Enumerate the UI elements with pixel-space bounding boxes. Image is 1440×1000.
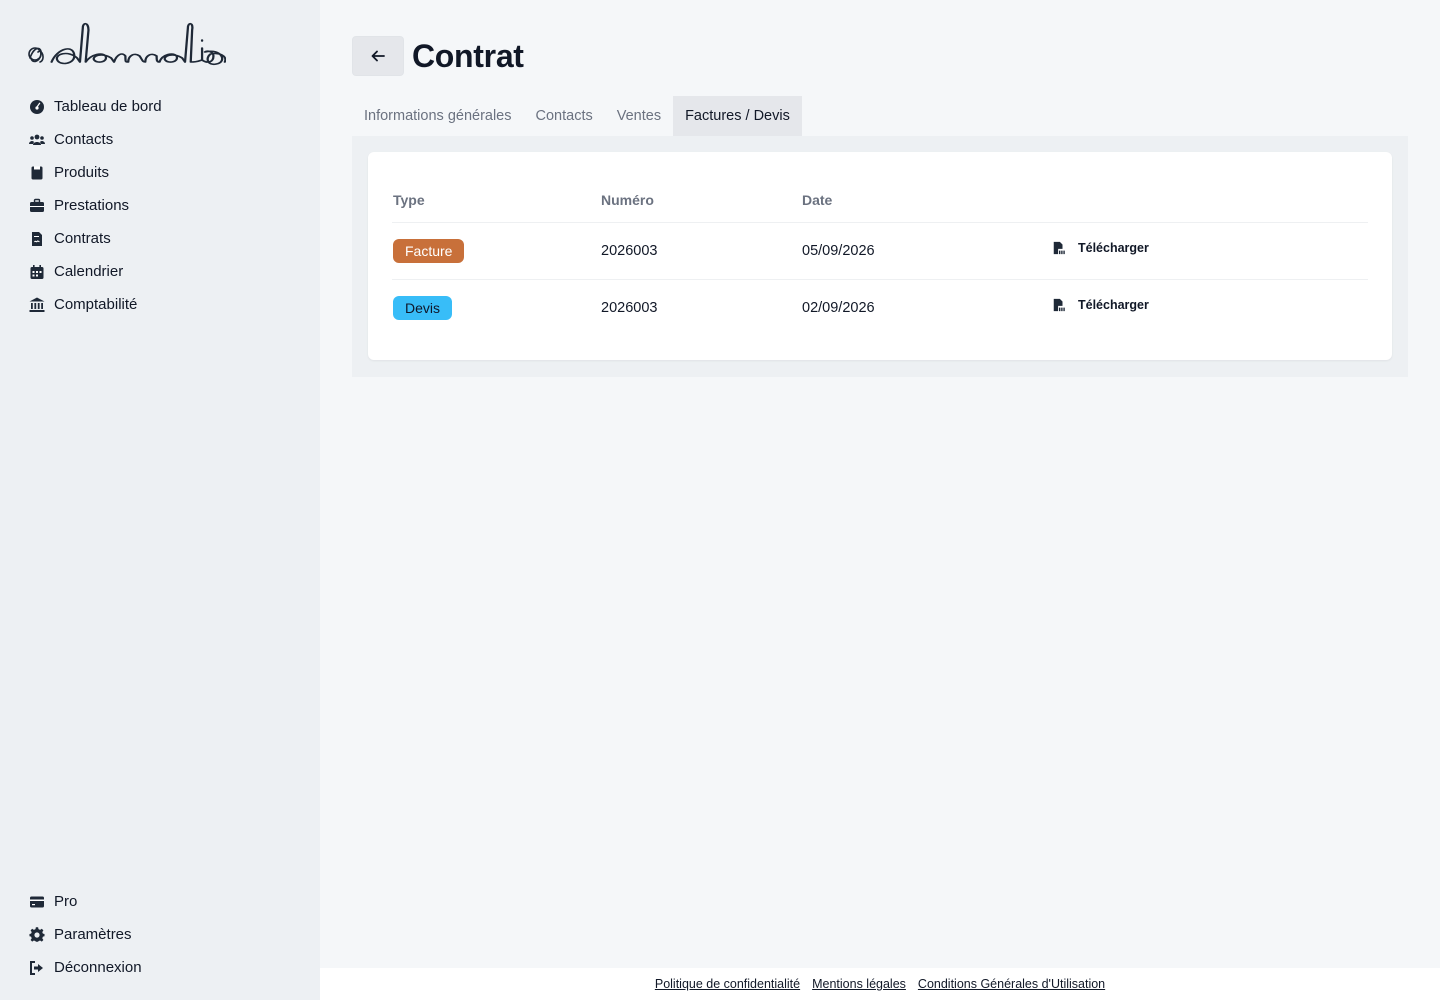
sidebar-item-calendrier[interactable]: Calendrier [28,255,162,288]
credit-card-icon [28,893,46,911]
type-badge-devis: Devis [393,295,453,320]
footer: Politique de confidentialité Mentions lé… [320,968,1440,1000]
documents-table: Type Numéro Date Facture 2026003 05/09/2… [392,152,1368,336]
footer-link-legal[interactable]: Mentions légales [812,977,906,991]
type-badge-facture: Facture [393,238,465,263]
sidebar: ademelio Tableau de bord Contacts Produi… [0,0,320,1000]
sidebar-item-label: Prestations [54,197,130,214]
main-content: Contrat Informations générales Contacts … [320,0,1440,968]
table-row: Devis 2026003 02/09/2026 Télécharger [392,279,1368,336]
table-row: Facture 2026003 05/09/2026 Télécharger [392,222,1368,280]
sidebar-item-label: Déconnexion [54,959,142,976]
main-nav: Tableau de bord Contacts Produits Presta… [28,90,162,321]
download-button[interactable]: Télécharger [1052,298,1149,312]
column-header-actions [1052,152,1368,223]
bank-icon [28,296,46,314]
calendar-icon [28,263,46,281]
arrow-left-icon [371,50,385,62]
footer-link-terms[interactable]: Conditions Générales d'Utilisation [918,977,1105,991]
sidebar-item-label: Comptabilité [54,296,138,313]
download-label: Télécharger [1078,240,1149,255]
file-pdf-icon [1053,241,1065,254]
tab-informations-generales[interactable]: Informations générales [352,96,524,136]
document-number: 2026003 [601,222,802,280]
sidebar-item-prestations[interactable]: Prestations [28,189,162,222]
table-header-row: Type Numéro Date [392,152,1368,223]
gear-icon [28,926,46,944]
sidebar-item-label: Paramètres [54,926,132,943]
box-icon [28,164,46,182]
sidebar-item-comptabilite[interactable]: Comptabilité [28,288,162,321]
page-title: Contrat [412,38,524,74]
column-header-numero: Numéro [601,152,802,223]
column-header-date: Date [802,152,1052,223]
file-pdf-icon [1053,298,1065,311]
file-contract-icon [28,230,46,248]
dashboard-gauge-icon [28,98,46,116]
download-button[interactable]: Télécharger [1052,241,1149,255]
sidebar-item-label: Contacts [54,131,114,148]
bottom-nav: Pro Paramètres Déconnexion [28,885,142,984]
tab-bar: Informations générales Contacts Ventes F… [352,96,802,136]
tab-contacts[interactable]: Contacts [524,96,605,136]
document-number: 2026003 [601,299,658,316]
brand-logo[interactable]: ademelio [26,18,226,72]
sidebar-item-parametres[interactable]: Paramètres [28,918,142,951]
briefcase-icon [28,197,46,215]
sidebar-item-deconnexion[interactable]: Déconnexion [28,951,142,984]
documents-card: Type Numéro Date Facture 2026003 05/09/2… [368,152,1392,360]
sidebar-item-produits[interactable]: Produits [28,156,162,189]
tab-factures-devis[interactable]: Factures / Devis [673,96,802,136]
sidebar-item-label: Tableau de bord [54,98,162,115]
document-date: 05/09/2026 [802,222,1052,280]
tab-panel: Type Numéro Date Facture 2026003 05/09/2… [352,136,1408,377]
users-icon [28,131,46,149]
footer-link-privacy[interactable]: Politique de confidentialité [655,977,800,991]
sidebar-item-contacts[interactable]: Contacts [28,123,162,156]
download-label: Télécharger [1078,297,1149,312]
sidebar-item-label: Contrats [54,230,111,247]
sidebar-item-label: Pro [54,893,78,910]
sidebar-item-label: Produits [54,164,110,181]
back-button[interactable] [352,36,404,76]
sidebar-item-label: Calendrier [54,263,124,280]
column-header-type: Type [392,152,601,223]
document-date: 02/09/2026 [802,299,875,316]
tab-ventes[interactable]: Ventes [605,96,673,136]
sign-out-icon [28,959,46,977]
sidebar-item-contrats[interactable]: Contrats [28,222,162,255]
sidebar-item-tableau-de-bord[interactable]: Tableau de bord [28,90,162,123]
sidebar-item-pro[interactable]: Pro [28,885,142,918]
